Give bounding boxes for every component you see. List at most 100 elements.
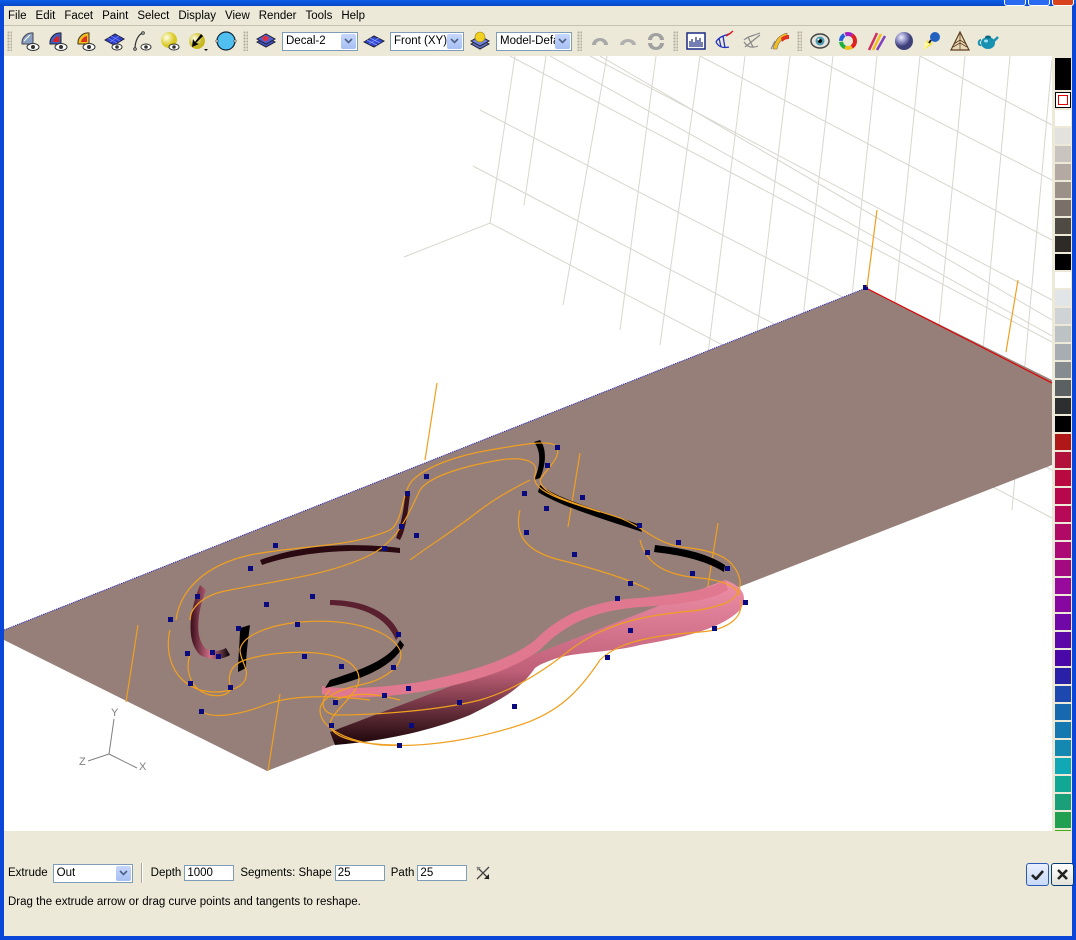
palette-swatch[interactable] (1055, 542, 1071, 558)
menu-render[interactable]: Render (255, 7, 302, 25)
view-curve-button[interactable] (130, 29, 154, 53)
palette-swatch[interactable] (1055, 632, 1071, 648)
palette-swatch[interactable] (1055, 236, 1071, 252)
palette-swatch[interactable] (1055, 110, 1071, 126)
material-select[interactable]: Model-Defa (496, 31, 572, 51)
room-button[interactable] (948, 29, 972, 53)
sphere-outline-button[interactable] (214, 29, 238, 53)
palette-swatch[interactable] (1055, 452, 1071, 468)
palette-swatch[interactable] (1055, 506, 1071, 522)
view-model-red-button[interactable] (46, 29, 70, 53)
decal-layer-button[interactable] (254, 29, 278, 53)
material-layer-button[interactable] (468, 29, 492, 53)
toolbar-grip[interactable] (673, 31, 678, 51)
color-wheel-button[interactable] (836, 29, 860, 53)
select-arrow-button[interactable] (186, 29, 210, 53)
palette-swatch[interactable] (1055, 326, 1071, 342)
histogram-button[interactable] (684, 29, 708, 53)
view-light-sphere-button[interactable] (158, 29, 182, 53)
palette-swatch[interactable] (1055, 488, 1071, 504)
menu-paint[interactable]: Paint (98, 7, 133, 25)
eye-button[interactable] (808, 29, 832, 53)
palette-swatch[interactable] (1055, 58, 1071, 90)
undo-button[interactable] (588, 29, 612, 53)
palette-swatch[interactable] (1055, 722, 1071, 738)
curve-mesh-button[interactable] (712, 29, 736, 53)
shape-segments-input[interactable] (334, 865, 385, 881)
palette-swatch[interactable] (1055, 128, 1071, 144)
palette-swatch[interactable] (1055, 740, 1071, 756)
teapot-button[interactable] (976, 29, 1000, 53)
menu-file[interactable]: File (4, 7, 32, 25)
menu-tools[interactable]: Tools (301, 7, 337, 25)
scene-canvas[interactable]: Y X Z (4, 56, 1052, 831)
color-wheel-icon (839, 32, 857, 50)
palette-swatch[interactable] (1055, 344, 1071, 360)
cancel-button[interactable] (1051, 863, 1074, 886)
path-segments-input[interactable] (417, 865, 468, 881)
palette-swatch[interactable] (1055, 146, 1071, 162)
surface-paint-button[interactable] (768, 29, 792, 53)
palette-swatch[interactable] (1055, 272, 1071, 288)
palette-swatch[interactable] (1055, 812, 1071, 828)
palette-swatch[interactable] (1055, 362, 1071, 378)
menu-facet[interactable]: Facet (60, 7, 98, 25)
palette-swatch[interactable] (1055, 686, 1071, 702)
redo-button[interactable] (616, 29, 640, 53)
accept-button[interactable] (1026, 863, 1049, 886)
palette-swatch[interactable] (1055, 398, 1071, 414)
chevron-down-icon[interactable] (115, 865, 131, 881)
brushes-button[interactable] (864, 29, 888, 53)
view-model-orange-button[interactable] (74, 29, 98, 53)
palette-swatch[interactable] (1055, 290, 1071, 306)
palette-swatch[interactable] (1055, 794, 1071, 810)
menu-help[interactable]: Help (337, 7, 370, 25)
menu-view[interactable]: View (221, 7, 255, 25)
depth-input[interactable] (184, 865, 235, 881)
palette-swatch[interactable] (1055, 434, 1071, 450)
palette-swatch[interactable] (1055, 218, 1071, 234)
palette-swatch[interactable] (1055, 524, 1071, 540)
palette-swatch[interactable] (1055, 560, 1071, 576)
toolbar-grip[interactable] (7, 31, 12, 51)
view-grid-plane-button[interactable] (102, 29, 126, 53)
palette-swatch[interactable] (1055, 470, 1071, 486)
chevron-down-icon[interactable] (447, 33, 462, 49)
palette-swatch[interactable] (1055, 164, 1071, 180)
toolbar-grip[interactable] (797, 31, 802, 51)
decal-select[interactable]: Decal-2 (282, 31, 358, 51)
chevron-down-icon[interactable] (341, 33, 356, 49)
view-select[interactable]: Front (XY) (390, 31, 464, 51)
palette-swatch[interactable] (1055, 254, 1071, 270)
palette-swatch[interactable] (1055, 200, 1071, 216)
menu-display[interactable]: Display (174, 7, 221, 25)
palette-swatch-selected[interactable] (1055, 92, 1071, 108)
toolbar-grip[interactable] (243, 31, 248, 51)
palette-swatch[interactable] (1055, 578, 1071, 594)
palette-swatch[interactable] (1055, 182, 1071, 198)
curve-mesh-gray-button[interactable] (740, 29, 764, 53)
chevron-down-icon[interactable] (555, 33, 570, 49)
palette-swatch[interactable] (1055, 650, 1071, 666)
palette-swatch[interactable] (1055, 416, 1071, 432)
view-plane-button[interactable] (362, 29, 386, 53)
view-model-button[interactable] (18, 29, 42, 53)
shaded-sphere-button[interactable] (892, 29, 916, 53)
ground-plane[interactable] (4, 288, 1052, 771)
extrude-direction-select[interactable]: Out (52, 863, 133, 883)
palette-swatch[interactable] (1055, 308, 1071, 324)
palette-swatch[interactable] (1055, 596, 1071, 612)
undo-redo-stack-button[interactable] (644, 29, 668, 53)
spotlight-button[interactable] (920, 29, 944, 53)
3d-viewport[interactable]: Y X Z (4, 56, 1052, 831)
flip-direction-button[interactable] (475, 865, 491, 881)
menu-edit[interactable]: Edit (32, 7, 61, 25)
palette-swatch[interactable] (1055, 776, 1071, 792)
menu-select[interactable]: Select (133, 7, 174, 25)
palette-swatch[interactable] (1055, 380, 1071, 396)
palette-swatch[interactable] (1055, 614, 1071, 630)
toolbar-grip[interactable] (577, 31, 582, 51)
palette-swatch[interactable] (1055, 704, 1071, 720)
palette-swatch[interactable] (1055, 758, 1071, 774)
palette-swatch[interactable] (1055, 668, 1071, 684)
